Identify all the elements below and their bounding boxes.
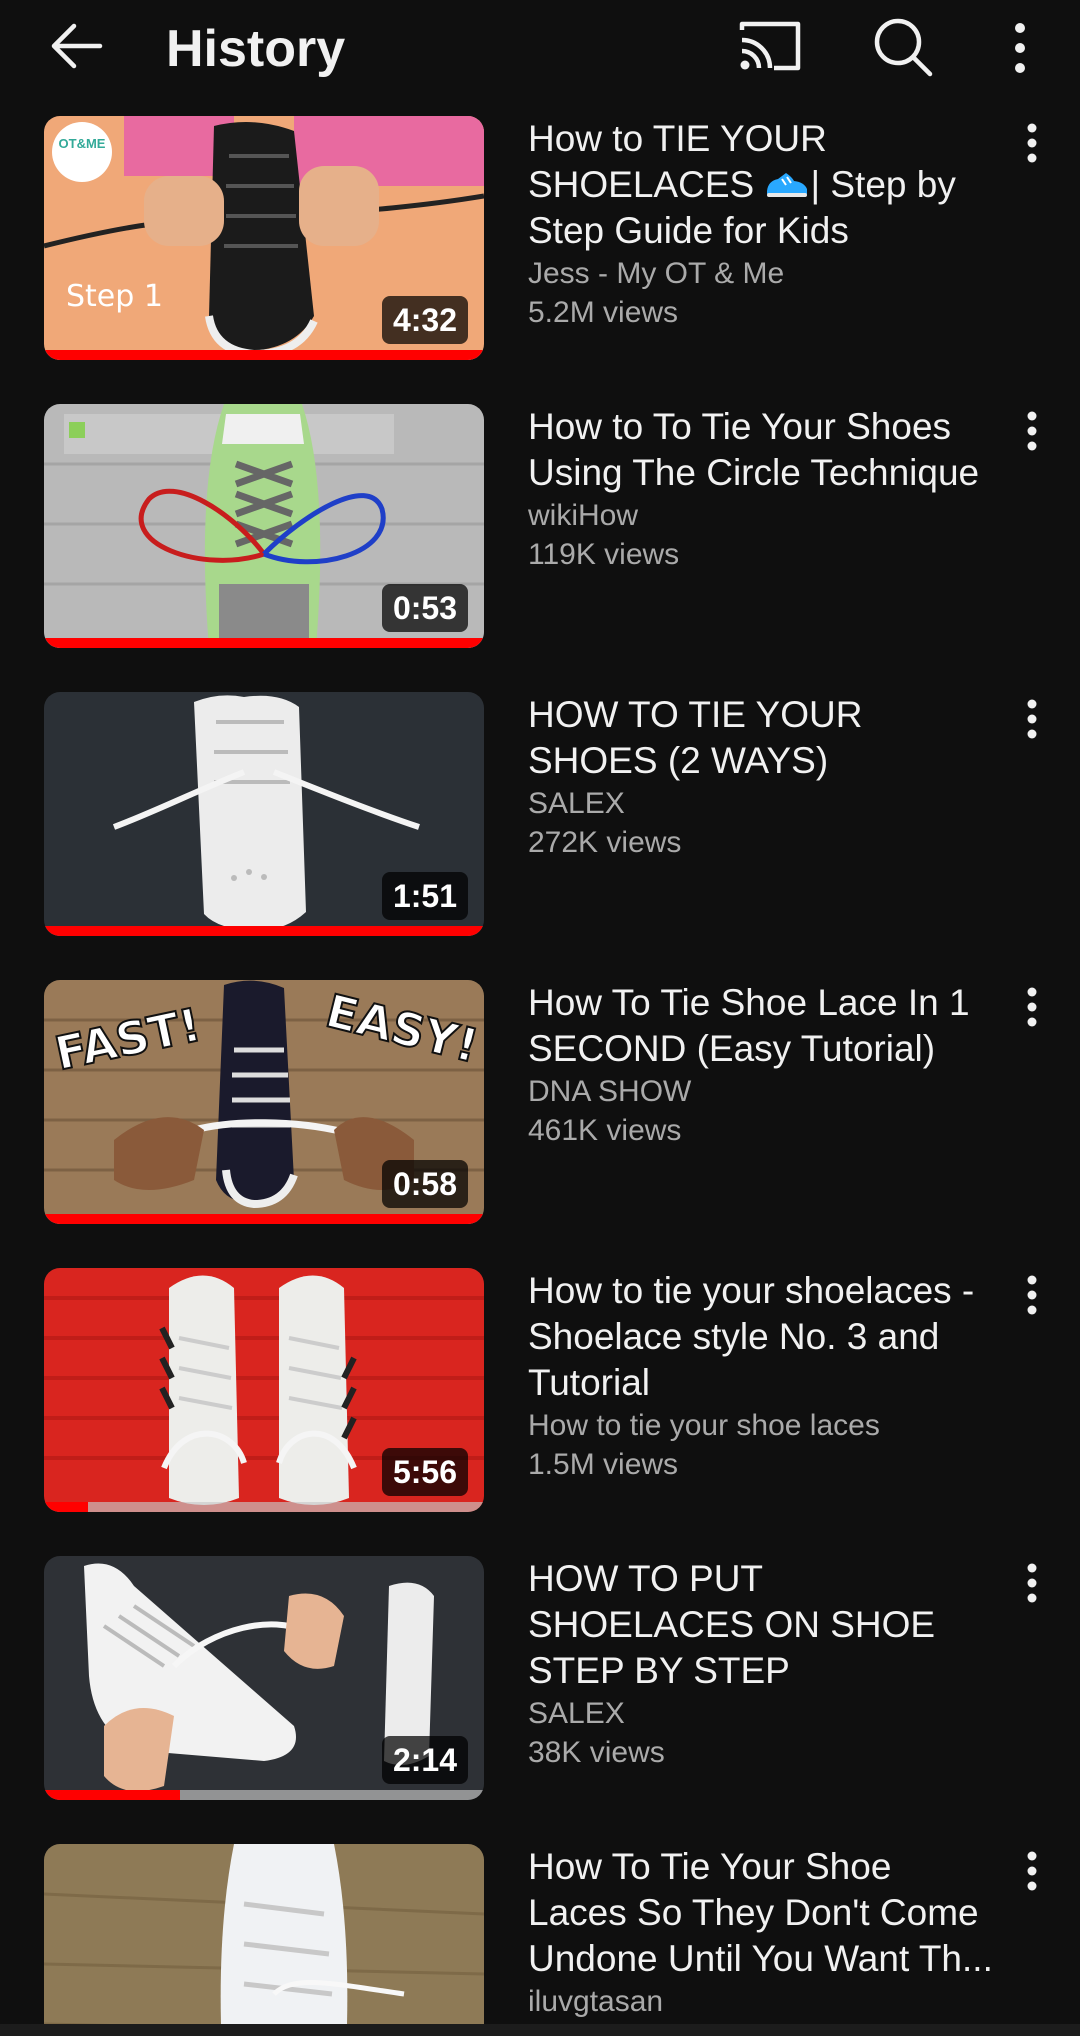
watch-progress-bar	[44, 638, 484, 648]
video-more-icon[interactable]	[1016, 1560, 1048, 1606]
video-title: How To Tie Your Shoe Laces So They Don't…	[528, 1846, 993, 1979]
duration-badge: 2:14	[381, 1736, 468, 1784]
channel-name: SALEX	[528, 787, 625, 820]
video-thumbnail[interactable]: 5:56	[44, 1268, 484, 1512]
video-thumbnail[interactable]: 2:14	[44, 1556, 484, 1800]
channel-name: SALEX	[528, 1697, 625, 1730]
video-title: How To Tie Shoe Lace In 1 SECOND (Easy T…	[528, 982, 970, 1069]
channel-name: DNA SHOW	[528, 1075, 692, 1108]
thumbnail-logo-text: OT&ME	[59, 136, 106, 151]
video-more-icon[interactable]	[1016, 408, 1048, 454]
video-item[interactable]: 1:51 HOW TO TIE YOUR SHOES (2 WAYS) SALE…	[0, 692, 1080, 942]
video-title: How to To Tie Your Shoes Using The Circl…	[528, 406, 980, 493]
video-thumbnail[interactable]: 0:53	[44, 404, 484, 648]
video-item[interactable]: 5:56 How to tie your shoelaces - Shoelac…	[0, 1268, 1080, 1518]
top-app-bar: History	[0, 0, 1080, 100]
view-count: 119K views	[528, 538, 680, 571]
watch-progress-bar	[44, 926, 484, 936]
video-item[interactable]: 0:53 How to To Tie Your Shoes Using The …	[0, 404, 1080, 654]
watch-progress-bar	[44, 1790, 181, 1800]
view-count: 1.5M views	[528, 1448, 679, 1481]
video-title: HOW TO TIE YOUR SHOES (2 WAYS)	[528, 694, 863, 781]
channel-name: Jess - My OT & Me	[528, 257, 785, 290]
video-info[interactable]: How to To Tie Your Shoes Using The Circl…	[528, 404, 998, 574]
video-thumbnail[interactable]	[44, 1844, 484, 2024]
video-title: HOW TO PUT SHOELACES ON SHOE STEP BY STE…	[528, 1558, 936, 1691]
watch-progress-bar	[44, 350, 484, 360]
watch-progress-track	[44, 350, 484, 360]
watch-progress-track	[44, 1214, 484, 1224]
video-info[interactable]: How To Tie Shoe Lace In 1 SECOND (Easy T…	[528, 980, 998, 1150]
watch-progress-track	[44, 638, 484, 648]
view-count: 38K views	[528, 1736, 665, 1769]
thumbnail-image	[44, 1844, 484, 2024]
view-count: 5.2M views	[528, 296, 679, 329]
running-shoe-emoji-icon	[764, 164, 810, 197]
duration-badge: 0:53	[381, 584, 468, 632]
video-more-icon[interactable]	[1016, 1848, 1048, 1894]
channel-name: How to tie your shoe laces	[528, 1409, 880, 1442]
video-item[interactable]: How To Tie Your Shoe Laces So They Don't…	[0, 1844, 1080, 2024]
duration-badge: 4:32	[381, 296, 468, 344]
video-item[interactable]: FAST! EASY! 0:58 How To Tie Shoe Lace In…	[0, 980, 1080, 1230]
video-more-icon[interactable]	[1016, 696, 1048, 742]
back-arrow-icon[interactable]	[48, 20, 108, 72]
duration-badge: 5:56	[381, 1448, 468, 1496]
video-more-icon[interactable]	[1016, 1272, 1048, 1318]
video-thumbnail[interactable]: FAST! EASY! 0:58	[44, 980, 484, 1224]
thumbnail-step-text: Step 1	[66, 279, 163, 314]
video-info[interactable]: How to tie your shoelaces - Shoelace sty…	[528, 1268, 998, 1484]
video-info[interactable]: How to TIE YOUR SHOELACES | Step by Step…	[528, 116, 998, 332]
search-icon[interactable]	[872, 16, 934, 78]
bottom-edge	[0, 2024, 1080, 2036]
watch-progress-track	[44, 1502, 484, 1512]
video-title: How to TIE YOUR SHOELACES | Step by Step…	[528, 116, 998, 254]
video-info[interactable]: HOW TO TIE YOUR SHOES (2 WAYS) SALEX 272…	[528, 692, 998, 862]
video-item[interactable]: OT&ME Step 1 4:32 How to TIE YOUR SHOELA…	[0, 116, 1080, 366]
cast-icon[interactable]	[738, 18, 802, 74]
video-more-icon[interactable]	[1016, 984, 1048, 1030]
view-count: 272K views	[528, 826, 682, 859]
channel-name: iluvgtasan	[528, 1985, 664, 2018]
more-vert-icon[interactable]	[1000, 18, 1040, 78]
video-title: How to tie your shoelaces - Shoelace sty…	[528, 1270, 975, 1403]
watch-progress-bar	[44, 1502, 88, 1512]
video-thumbnail[interactable]: 1:51	[44, 692, 484, 936]
watch-progress-track	[44, 1790, 484, 1800]
duration-badge: 1:51	[381, 872, 468, 920]
video-info[interactable]: How To Tie Your Shoe Laces So They Don't…	[528, 1844, 998, 2021]
watch-progress-bar	[44, 1214, 484, 1224]
video-thumbnail[interactable]: OT&ME Step 1 4:32	[44, 116, 484, 360]
page-title: History	[166, 20, 346, 78]
view-count: 461K views	[528, 1114, 682, 1147]
video-more-icon[interactable]	[1016, 120, 1048, 166]
video-item[interactable]: 2:14 HOW TO PUT SHOELACES ON SHOE STEP B…	[0, 1556, 1080, 1806]
video-info[interactable]: HOW TO PUT SHOELACES ON SHOE STEP BY STE…	[528, 1556, 998, 1772]
duration-badge: 0:58	[381, 1160, 468, 1208]
channel-name: wikiHow	[528, 499, 639, 532]
watch-progress-track	[44, 926, 484, 936]
